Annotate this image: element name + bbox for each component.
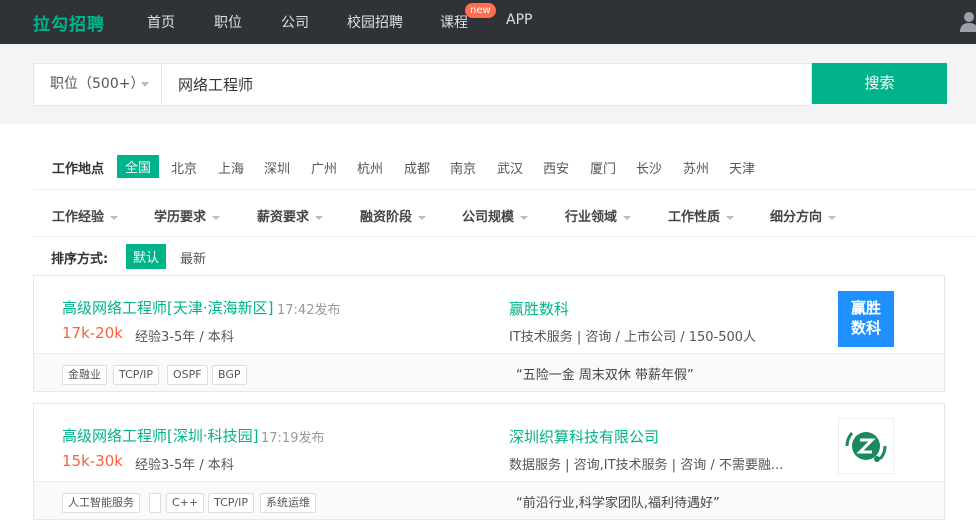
filter-education-label: 学历要求 bbox=[154, 210, 207, 225]
job-title[interactable]: 高级网络工程师[深圳·科技园] bbox=[62, 425, 258, 446]
filter-company-size-label: 公司规模 bbox=[462, 210, 515, 225]
chevron-down-icon bbox=[212, 215, 221, 220]
job-salary: 15k-30k bbox=[62, 452, 123, 470]
chevron-down-icon bbox=[110, 215, 119, 220]
filter-divider bbox=[33, 189, 976, 190]
nav-campus[interactable]: 校园招聘 bbox=[347, 12, 403, 32]
filter-subdirection[interactable]: 细分方向 bbox=[770, 206, 837, 225]
job-card-footer: 金融业 TCP/IP OSPF BGP “五险一金 周末双休 带薪年假” bbox=[34, 353, 944, 391]
filter-industry-label: 行业领域 bbox=[565, 210, 618, 225]
nav-jobs[interactable]: 职位 bbox=[214, 12, 242, 32]
job-requirement: 经验3-5年 / 本科 bbox=[135, 458, 234, 473]
nav-app[interactable]: APP bbox=[506, 12, 532, 28]
city-option[interactable]: 深圳 bbox=[264, 158, 290, 177]
skill-tag: 金融业 bbox=[62, 365, 107, 385]
filter-experience-label: 工作经验 bbox=[52, 210, 105, 225]
city-option[interactable]: 北京 bbox=[171, 158, 197, 177]
filter-salary-label: 薪资要求 bbox=[257, 210, 310, 225]
nav-courses[interactable]: 课程 bbox=[440, 12, 468, 32]
skill-tag bbox=[149, 493, 161, 513]
filter-experience[interactable]: 工作经验 bbox=[52, 206, 119, 225]
job-card[interactable]: 高级网络工程师[天津·滨海新区] 17:42发布 17k-20k 经验3-5年 … bbox=[33, 275, 945, 392]
city-option[interactable]: 成都 bbox=[404, 158, 430, 177]
city-option[interactable]: 天津 bbox=[729, 158, 755, 177]
city-option[interactable]: 西安 bbox=[543, 158, 569, 177]
zhisuan-logo-icon bbox=[845, 431, 887, 462]
city-option[interactable]: 武汉 bbox=[497, 158, 523, 177]
filter-divider bbox=[33, 236, 976, 237]
job-benefit: “五险一金 周末双休 带薪年假” bbox=[516, 368, 694, 383]
chevron-down-icon bbox=[828, 215, 837, 220]
site-logo[interactable]: 拉勾招聘 bbox=[33, 10, 105, 35]
city-option[interactable]: 广州 bbox=[311, 158, 337, 177]
skill-tag: 人工智能服务 bbox=[62, 493, 140, 513]
filter-education[interactable]: 学历要求 bbox=[154, 206, 221, 225]
city-option[interactable]: 全国 bbox=[117, 155, 160, 178]
job-benefit: “前沿行业,科学家团队,福利待遇好” bbox=[516, 496, 720, 511]
nav-home[interactable]: 首页 bbox=[147, 12, 175, 32]
filter-funding-label: 融资阶段 bbox=[360, 210, 413, 225]
nav-companies[interactable]: 公司 bbox=[281, 12, 309, 32]
city-option[interactable]: 杭州 bbox=[357, 158, 383, 177]
skill-tag: TCP/IP bbox=[113, 365, 159, 385]
sort-label: 排序方式: bbox=[51, 252, 109, 267]
chevron-down-icon bbox=[315, 215, 324, 220]
company-logo-text: 数科 bbox=[850, 319, 881, 337]
search-type-label: 职位（500+） bbox=[50, 76, 145, 92]
skill-tag: TCP/IP bbox=[208, 493, 254, 513]
filter-funding[interactable]: 融资阶段 bbox=[360, 206, 427, 225]
search-type-select[interactable]: 职位（500+） bbox=[34, 64, 162, 105]
location-filter-label: 工作地点 bbox=[52, 162, 105, 177]
skill-tag: BGP bbox=[212, 365, 247, 385]
filter-subdirection-label: 细分方向 bbox=[770, 210, 823, 225]
sort-latest[interactable]: 最新 bbox=[180, 248, 206, 267]
city-option[interactable]: 南京 bbox=[450, 158, 476, 177]
skill-tag: OSPF bbox=[167, 365, 208, 385]
filter-salary[interactable]: 薪资要求 bbox=[257, 206, 324, 225]
user-avatar-icon[interactable] bbox=[960, 10, 976, 32]
chevron-down-icon bbox=[520, 215, 529, 220]
job-card[interactable]: 高级网络工程师[深圳·科技园] 17:19发布 15k-30k 经验3-5年 /… bbox=[33, 403, 945, 520]
skill-tag: 系统运维 bbox=[260, 493, 316, 513]
filter-industry[interactable]: 行业领域 bbox=[565, 206, 632, 225]
company-logo-text: 赢胜 bbox=[850, 299, 881, 317]
chevron-down-icon bbox=[623, 215, 632, 220]
search-box: 职位（500+） bbox=[33, 63, 812, 106]
filter-job-nature[interactable]: 工作性质 bbox=[668, 206, 735, 225]
job-salary: 17k-20k bbox=[62, 324, 123, 342]
job-requirement: 经验3-5年 / 本科 bbox=[135, 330, 234, 345]
company-name[interactable]: 深圳织算科技有限公司 bbox=[509, 426, 659, 447]
new-badge: new bbox=[465, 3, 496, 18]
filter-job-nature-label: 工作性质 bbox=[668, 210, 721, 225]
chevron-down-icon bbox=[141, 82, 149, 87]
publish-time: 17:42发布 bbox=[277, 303, 341, 318]
company-logo[interactable]: 赢胜 数科 bbox=[838, 291, 894, 347]
chevron-down-icon bbox=[418, 215, 427, 220]
skill-tag: C++ bbox=[166, 493, 205, 513]
company-logo[interactable] bbox=[838, 418, 894, 474]
city-option[interactable]: 长沙 bbox=[636, 158, 662, 177]
company-name[interactable]: 赢胜数科 bbox=[509, 298, 569, 319]
city-option[interactable]: 苏州 bbox=[683, 158, 709, 177]
city-option[interactable]: 上海 bbox=[218, 158, 244, 177]
top-nav-bar: 拉勾招聘 首页 职位 公司 校园招聘 课程 new APP bbox=[0, 0, 976, 44]
company-industry: 数据服务 | 咨询,IT技术服务 | 咨询 / 不需要融... bbox=[509, 458, 784, 473]
search-input[interactable] bbox=[163, 64, 811, 105]
filter-company-size[interactable]: 公司规模 bbox=[462, 206, 529, 225]
job-title[interactable]: 高级网络工程师[天津·滨海新区] bbox=[62, 297, 273, 318]
company-industry: IT技术服务 | 咨询 / 上市公司 / 150-500人 bbox=[509, 330, 757, 345]
chevron-down-icon bbox=[726, 215, 735, 220]
search-button[interactable]: 搜索 bbox=[812, 63, 947, 104]
publish-time: 17:19发布 bbox=[261, 431, 325, 446]
sort-default[interactable]: 默认 bbox=[126, 244, 167, 269]
job-card-footer: 人工智能服务 C++ TCP/IP 系统运维 “前沿行业,科学家团队,福利待遇好… bbox=[34, 481, 944, 519]
city-option[interactable]: 厦门 bbox=[590, 158, 616, 177]
